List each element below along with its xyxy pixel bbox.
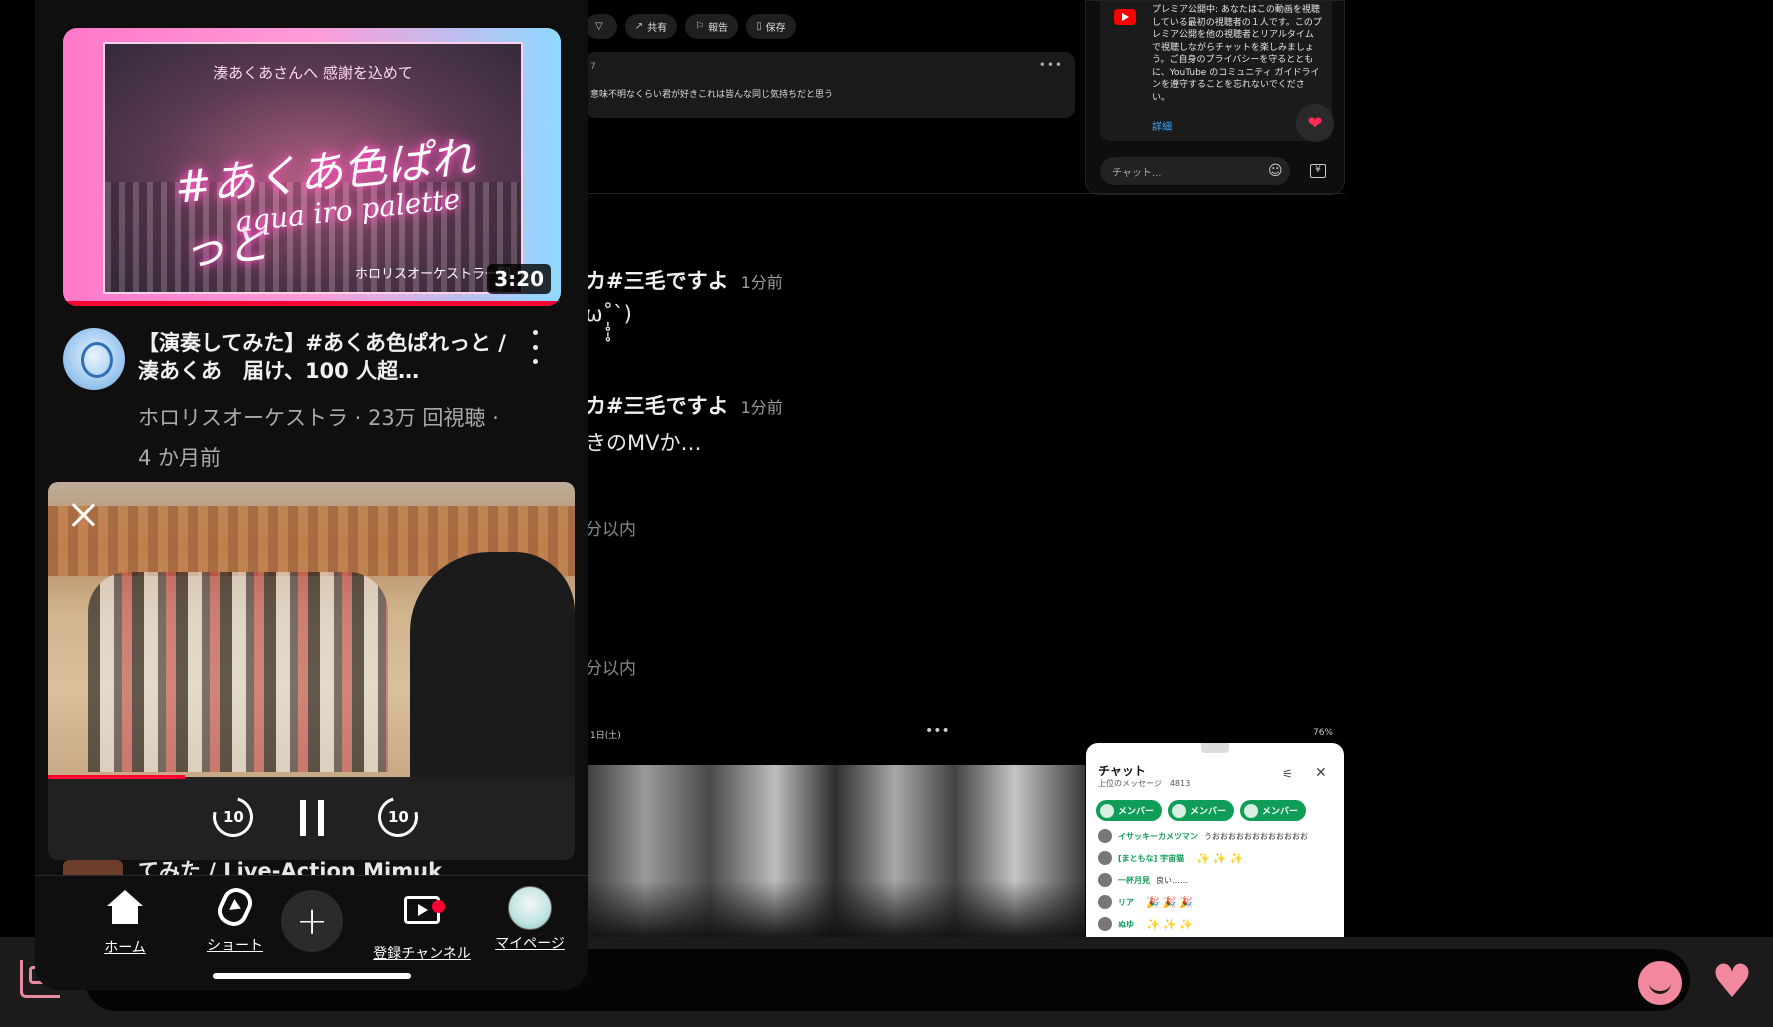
message-time: 1分前 xyxy=(740,398,783,417)
member-chip[interactable]: メンバー xyxy=(1240,800,1307,821)
divider xyxy=(585,193,1345,194)
nav-label: 登録チャンネル xyxy=(373,946,471,962)
channel-avatar[interactable] xyxy=(63,328,125,390)
nav-label: ショート xyxy=(207,938,263,954)
youtube-mobile-panel: 湊あくあさんへ 感謝を込めて #あくあ色ぱれっと aqua iro palett… xyxy=(35,0,588,990)
avatar xyxy=(1172,803,1187,818)
chat-title: チャット xyxy=(1098,764,1146,778)
dislike-button[interactable]: ▽ xyxy=(585,14,617,39)
bookmark-icon: ▯ xyxy=(756,21,762,32)
share-icon: ↗ xyxy=(634,21,644,32)
shorts-icon xyxy=(185,883,285,932)
orchestra-image xyxy=(88,572,388,772)
tablet-status-bar: 1日(土) ••• 76% xyxy=(585,723,1345,745)
message-timestamp: 分以内 xyxy=(585,520,636,540)
report-button[interactable]: ⚐ 報告 xyxy=(685,14,739,39)
nav-shorts[interactable]: ショート xyxy=(185,883,285,955)
member-chip[interactable]: メンバー xyxy=(1168,800,1235,821)
chat-line: リア 🎉🎉🎉 xyxy=(1098,891,1338,913)
avatar xyxy=(1098,917,1112,931)
chat-line: イサッキーカメツマン うおおおおおおおおおおおお xyxy=(1098,825,1338,847)
thumbnail-caption: 湊あくあさんへ 感謝を込めて xyxy=(213,64,413,82)
viewer-count: 4813 xyxy=(1169,779,1191,788)
chat-message-body: きのMVか… xyxy=(585,431,702,455)
more-icon: ••• xyxy=(925,723,950,739)
avatar xyxy=(1098,851,1112,865)
mini-player-video[interactable] xyxy=(48,482,575,777)
playback-progress-bar[interactable] xyxy=(48,775,186,779)
background-video-frame xyxy=(585,765,1085,940)
chat-message-author: カ#三毛ですよ 1分前 xyxy=(585,269,783,293)
video-metadata: ホロリスオーケストラ · 23万 回視聴 · 4 か月前 xyxy=(138,406,499,470)
create-button[interactable]: + xyxy=(281,890,343,952)
duration-badge: 3:20 xyxy=(487,264,551,294)
chat-line: 一杯月見 良い…… xyxy=(1098,869,1338,891)
live-chat-panel: チャット 上位のメッセージ 4813 ⚟ ✕ メンバー メンバー メンバー イサッ… xyxy=(1086,743,1344,940)
heart-icon[interactable]: ♥ xyxy=(1707,958,1757,1004)
comment-count: 7 xyxy=(590,62,596,72)
close-icon[interactable]: ✕ xyxy=(1315,765,1327,781)
filter-icon[interactable]: ⚟ xyxy=(1282,767,1293,781)
subscriptions-icon xyxy=(372,896,472,940)
top-comment-card[interactable]: 7 ••• 意味不明なくらい君が好きこれは皆んな同じ気持ちだと思う xyxy=(585,52,1075,118)
close-icon[interactable] xyxy=(68,500,98,530)
avatar xyxy=(1098,873,1112,887)
dislike-icon: ▽ xyxy=(595,21,603,32)
chat-subtitle[interactable]: 上位のメッセージ 4813 xyxy=(1098,778,1190,789)
mini-player[interactable]: 10 10 xyxy=(48,482,575,860)
heart-icon: ❤ xyxy=(1307,112,1323,134)
avatar xyxy=(1098,895,1112,909)
more-options-icon[interactable] xyxy=(525,330,545,364)
avatar xyxy=(1098,829,1112,843)
pause-button[interactable] xyxy=(297,800,327,836)
flag-icon: ⚐ xyxy=(695,21,705,32)
nav-home[interactable]: ホーム xyxy=(75,886,175,957)
video-thumbnail[interactable]: 湊あくあさんへ 感謝を込めて #あくあ色ぱれっと aqua iro palett… xyxy=(63,28,561,306)
drag-handle[interactable] xyxy=(1201,743,1229,753)
battery-status: 76% xyxy=(1312,728,1333,738)
super-chat-icon[interactable]: ¥ xyxy=(1310,164,1326,178)
chat-input[interactable]: チャット... xyxy=(1100,157,1290,185)
status-date: 1日(土) xyxy=(590,731,621,741)
emoji-icon[interactable]: ☺ xyxy=(1268,163,1283,179)
notification-dot xyxy=(432,900,445,913)
chat-message-body: ω˚̩̥̩̥`) xyxy=(585,302,632,326)
video-title[interactable]: 【演奏してみた】#あくあ色ぱれっと / 湊あくあ 届け、100 人超… xyxy=(138,329,508,385)
message-timestamp: 分以内 xyxy=(585,659,636,679)
nav-my-page[interactable]: マイページ xyxy=(480,886,580,953)
chat-line: ぬゆ ✨✨✨ xyxy=(1098,913,1338,935)
premiere-notice-text: プレミア公開中: あなたはこの動画を視聴している最初の視聴者の１人です。このプレ… xyxy=(1152,5,1322,103)
nav-label: ホーム xyxy=(104,940,146,956)
member-chip[interactable]: メンバー xyxy=(1096,800,1163,821)
video-action-row: ▽ ↗ 共有 ⚐ 報告 ▯ 保存 xyxy=(585,14,796,39)
message-time: 1分前 xyxy=(740,273,783,292)
more-icon[interactable]: ••• xyxy=(1039,58,1063,72)
avatar xyxy=(1244,803,1259,818)
thumbnail-image: 湊あくあさんへ 感謝を込めて #あくあ色ぱれっと aqua iro palett… xyxy=(103,42,523,294)
save-button[interactable]: ▯ 保存 xyxy=(746,14,796,39)
premiere-chat-panel: プレミア公開中: あなたはこの動画を視聴している最初の視聴者の１人です。このプレ… xyxy=(1085,0,1345,195)
chat-line: [まともな] 宇宙猫 ✨✨✨ xyxy=(1098,847,1338,869)
plus-icon: + xyxy=(296,899,328,943)
watch-progress-bar xyxy=(63,301,561,306)
share-button[interactable]: ↗ 共有 xyxy=(624,14,678,39)
nav-label: マイページ xyxy=(495,936,565,952)
nav-subscriptions[interactable]: 登録チャンネル xyxy=(372,886,472,963)
comment-text: 意味不明なくらい君が好きこれは皆んな同じ気持ちだと思う xyxy=(590,90,834,100)
details-link[interactable]: 詳細 xyxy=(1152,118,1172,133)
smile-reaction-icon[interactable] xyxy=(1638,961,1682,1005)
chat-message-author: カ#三毛ですよ 1分前 xyxy=(585,394,783,418)
member-chips: メンバー メンバー メンバー xyxy=(1096,800,1307,821)
avatar xyxy=(1100,803,1114,818)
bottom-navigation: ホーム ショート + 登録チャンネル マイページ xyxy=(35,875,588,990)
forward-10-button[interactable]: 10 xyxy=(370,789,426,845)
chat-message-list: イサッキーカメツマン うおおおおおおおおおおおお [まともな] 宇宙猫 ✨✨✨ 一杯… xyxy=(1098,825,1338,935)
rewind-10-button[interactable]: 10 xyxy=(205,789,261,845)
heart-reaction-button[interactable]: ❤ xyxy=(1296,104,1334,142)
home-indicator[interactable] xyxy=(213,973,411,979)
profile-avatar xyxy=(480,886,580,930)
home-icon xyxy=(75,890,175,934)
youtube-logo-icon xyxy=(1114,9,1136,25)
